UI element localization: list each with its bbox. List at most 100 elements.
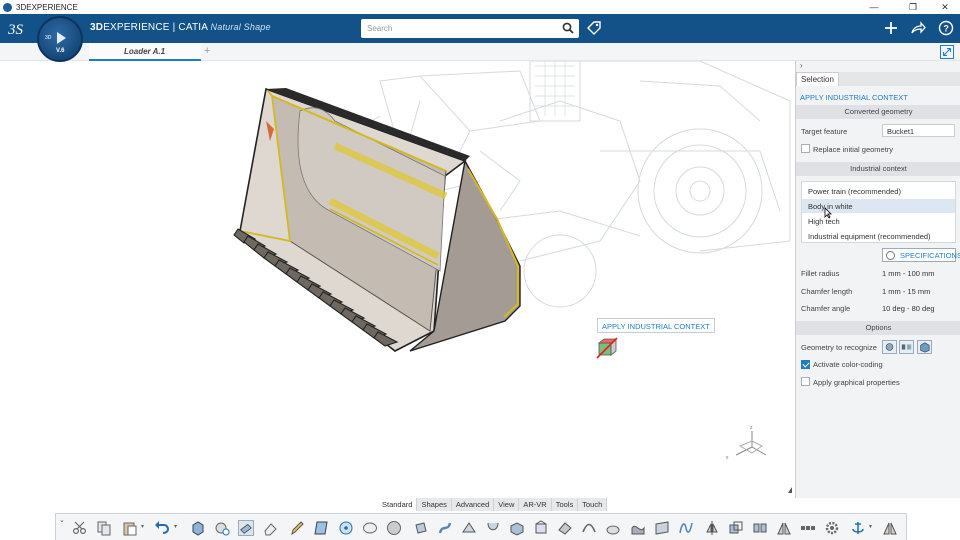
search-placeholder: Search bbox=[367, 24, 393, 33]
tab-loader[interactable]: Loader A.1 bbox=[89, 43, 201, 61]
context-item-power-train[interactable]: Power train (recommended) bbox=[802, 184, 955, 198]
cut-icon[interactable] bbox=[72, 520, 88, 536]
selection-panel: › Selection APPLY INDUSTRIAL CONTEXT Con… bbox=[795, 61, 960, 498]
panel-expand-chevron-icon[interactable]: › bbox=[800, 61, 803, 70]
compass-widget[interactable]: 3D V.6 bbox=[37, 16, 83, 62]
fill-icon[interactable] bbox=[533, 520, 549, 536]
symmetry-icon[interactable] bbox=[776, 520, 792, 536]
loader-model-drawing: z x bbox=[233, 61, 792, 493]
properties-icon[interactable] bbox=[214, 520, 230, 536]
axis-triad[interactable] bbox=[735, 431, 767, 456]
loft-icon[interactable] bbox=[461, 520, 477, 536]
fillet-radius-label: Fillet radius bbox=[801, 269, 840, 278]
apply-industrial-context-icon[interactable] bbox=[596, 337, 618, 359]
chamfer-angle-label: Chamfer angle bbox=[801, 304, 851, 313]
bucket-model[interactable] bbox=[233, 87, 521, 352]
box-icon[interactable] bbox=[509, 520, 525, 536]
sketch-pencil-icon[interactable] bbox=[289, 520, 305, 536]
geometry-fillet-icon[interactable] bbox=[882, 340, 897, 354]
color-coding-label: Activate color-coding bbox=[813, 360, 883, 369]
sweep-icon[interactable] bbox=[437, 520, 453, 536]
plane-icon[interactable] bbox=[313, 520, 329, 536]
extrude-icon[interactable] bbox=[413, 520, 429, 536]
section-tab-touch[interactable]: Touch bbox=[578, 498, 608, 511]
undo-icon[interactable] bbox=[154, 520, 170, 536]
section-tab-tools[interactable]: Tools bbox=[551, 498, 579, 511]
target-feature-field[interactable]: Bucket1 bbox=[882, 124, 955, 137]
paste-icon[interactable] bbox=[122, 520, 138, 536]
help-icon[interactable]: ? bbox=[937, 19, 955, 37]
tag-icon[interactable] bbox=[585, 19, 603, 37]
deform-icon[interactable] bbox=[630, 520, 646, 536]
eraser-icon[interactable] bbox=[262, 520, 278, 536]
revolve-icon[interactable] bbox=[485, 520, 501, 536]
undo-dropdown-icon[interactable]: ▾ bbox=[174, 523, 177, 530]
anchor-dropdown-icon[interactable]: ▾ bbox=[869, 523, 872, 530]
apply-material-icon[interactable] bbox=[238, 520, 254, 536]
options-header[interactable]: Options bbox=[796, 321, 960, 335]
new-tab-plus-icon[interactable]: + bbox=[204, 45, 210, 57]
geometry-cube-icon[interactable] bbox=[917, 340, 932, 354]
ellipse-icon[interactable] bbox=[362, 520, 378, 536]
sphere-icon[interactable] bbox=[386, 520, 402, 536]
copy-icon[interactable] bbox=[96, 520, 112, 536]
geometry-to-recognize-label: Geometry to recognize bbox=[801, 343, 877, 352]
dassault-logo-icon[interactable]: 3S bbox=[8, 18, 30, 38]
pattern-icon[interactable] bbox=[752, 520, 768, 536]
section-tab-shapes[interactable]: Shapes bbox=[417, 498, 452, 511]
target-feature-label: Target feature bbox=[801, 127, 848, 136]
replace-geometry-checkbox[interactable] bbox=[801, 144, 810, 153]
fillet-radius-value: 1 mm - 100 mm bbox=[882, 269, 935, 278]
top-bar: 3S 3DEXPERIENCE | CATIA Natural Shape Se… bbox=[0, 14, 960, 43]
anchor-icon[interactable] bbox=[850, 520, 866, 536]
command-title: APPLY INDUSTRIAL CONTEXT bbox=[800, 93, 908, 102]
compass-3d-label: 3D bbox=[45, 35, 52, 41]
array-icon[interactable] bbox=[800, 520, 816, 536]
graphical-properties-checkbox[interactable] bbox=[801, 377, 810, 386]
action-bar-menu-chevron-icon[interactable]: ⌄ bbox=[59, 516, 65, 524]
point-icon[interactable] bbox=[338, 520, 354, 536]
add-icon[interactable] bbox=[882, 19, 900, 37]
collapse-panel-icon[interactable] bbox=[940, 45, 954, 59]
close-button[interactable]: ✕ bbox=[930, 0, 960, 14]
shell-icon[interactable] bbox=[605, 520, 621, 536]
mirror-icon[interactable] bbox=[704, 520, 720, 536]
context-item-industrial-equipment[interactable]: Industrial equipment (recommended) bbox=[802, 229, 955, 243]
section-tab-standard[interactable]: Standard bbox=[378, 498, 418, 511]
mouse-cursor-icon bbox=[824, 207, 832, 219]
search-box[interactable]: Search bbox=[361, 19, 579, 38]
specifications-button[interactable]: SPECIFICATIONS bbox=[882, 248, 960, 262]
document-tab-bar: Loader A.1 + bbox=[0, 43, 960, 61]
play-icon[interactable] bbox=[57, 32, 66, 44]
maximize-button[interactable]: ❐ bbox=[898, 0, 928, 14]
industrial-context-header[interactable]: Industrial context bbox=[796, 162, 960, 176]
surface-icon[interactable] bbox=[654, 520, 670, 536]
curve-icon[interactable] bbox=[678, 520, 694, 536]
subdivision-icon[interactable] bbox=[557, 520, 573, 536]
3d-viewport[interactable]: z x APPLY INDUSTRIAL CONTEXT bbox=[0, 61, 794, 498]
insert-part-icon[interactable] bbox=[190, 520, 206, 536]
tab-selection[interactable]: Selection bbox=[796, 72, 839, 86]
floating-command-label[interactable]: APPLY INDUSTRIAL CONTEXT bbox=[597, 318, 715, 333]
chamfer-length-label: Chamfer length bbox=[801, 287, 853, 296]
color-coding-checkbox[interactable] bbox=[801, 360, 810, 369]
search-icon[interactable] bbox=[562, 22, 574, 34]
paste-dropdown-icon[interactable]: ▾ bbox=[141, 523, 144, 530]
svg-text:?: ? bbox=[943, 24, 949, 34]
geometry-chamfer-icon[interactable] bbox=[899, 340, 914, 354]
share-icon[interactable] bbox=[909, 19, 927, 37]
brand-title: 3DEXPERIENCE | CATIA Natural Shape bbox=[90, 22, 271, 33]
minimize-button[interactable]: — bbox=[859, 0, 889, 14]
mirror-plane-icon[interactable] bbox=[882, 520, 898, 536]
viewport-resize-handle[interactable] bbox=[788, 487, 792, 493]
section-tab-ar-vr[interactable]: AR-VR bbox=[519, 498, 552, 511]
app-icon bbox=[3, 2, 12, 12]
settings-gear-icon[interactable] bbox=[824, 520, 840, 536]
tab-label: Loader A.1 bbox=[124, 47, 166, 56]
section-tab-view[interactable]: View bbox=[494, 498, 520, 511]
section-tab-advanced[interactable]: Advanced bbox=[451, 498, 495, 511]
blend-icon[interactable] bbox=[581, 520, 597, 536]
translate-icon[interactable] bbox=[728, 520, 744, 536]
window-titlebar: 3DEXPERIENCE — ❐ ✕ bbox=[0, 0, 960, 14]
converted-geometry-header[interactable]: Converted geometry bbox=[796, 105, 960, 119]
